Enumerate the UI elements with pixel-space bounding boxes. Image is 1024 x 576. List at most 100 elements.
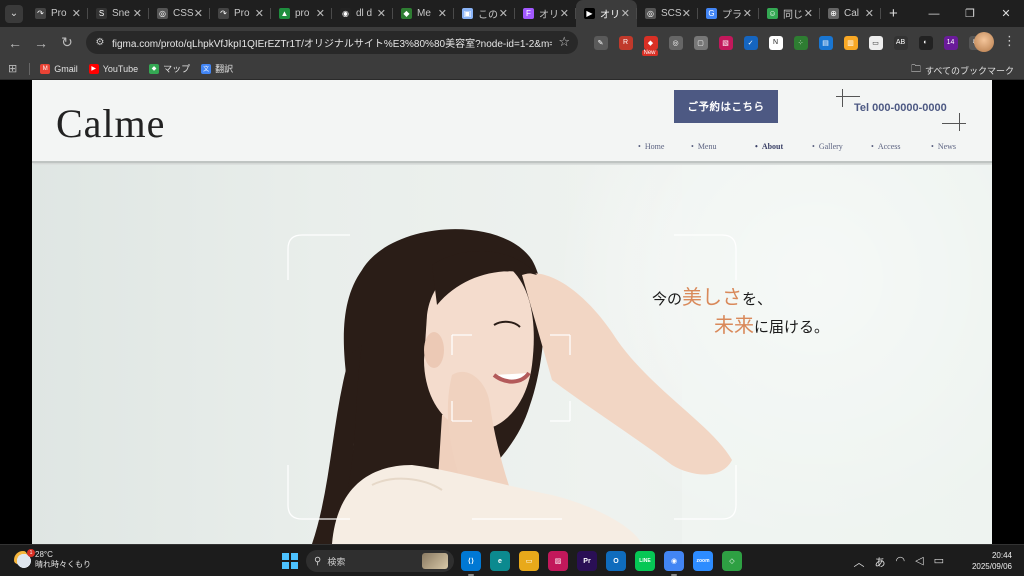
dotted-ext-icon[interactable]: ⁘ bbox=[793, 35, 808, 50]
weather-widget[interactable]: 1 28°C 晴れ時々くもり bbox=[14, 549, 91, 570]
browser-tab[interactable]: ▲ pro ✕ bbox=[271, 0, 332, 27]
battery-icon[interactable]: ▭ bbox=[934, 554, 944, 570]
bookmark-item[interactable]: 文翻訳 bbox=[201, 62, 233, 75]
notion-ext-icon[interactable]: N bbox=[768, 35, 783, 50]
tab-close-icon[interactable]: ✕ bbox=[682, 7, 691, 20]
tab-close-icon[interactable]: ✕ bbox=[560, 7, 569, 20]
back-icon[interactable]: ← bbox=[2, 30, 28, 56]
tab-close-icon[interactable]: ✕ bbox=[743, 7, 752, 20]
browser-tab[interactable]: ◉ dl d ✕ bbox=[332, 0, 393, 27]
explorer-app-icon[interactable]: ▭ bbox=[519, 551, 539, 571]
profile-avatar[interactable] bbox=[974, 32, 994, 52]
site-info-icon[interactable]: ⚙ bbox=[92, 35, 108, 51]
browser-tab[interactable]: F オリ ✕ bbox=[515, 0, 576, 27]
address-bar[interactable]: ⚙ figma.com/proto/qLhpkVfJkpI1QIErEZTr1T… bbox=[86, 31, 578, 54]
url-text[interactable]: figma.com/proto/qLhpkVfJkpI1QIErEZTr1T/オ… bbox=[112, 35, 552, 50]
window-ext-icon[interactable]: ▢ bbox=[693, 35, 708, 50]
clock[interactable]: 20:44 2025/09/06 bbox=[972, 550, 1012, 572]
outlook-app-icon[interactable]: O bbox=[606, 551, 626, 571]
tab-close-icon[interactable]: ✕ bbox=[377, 7, 386, 20]
browser-tab[interactable]: ☺ 同じ ✕ bbox=[759, 0, 820, 27]
wifi-icon[interactable]: ◠ bbox=[896, 554, 906, 570]
bookmark-item[interactable]: ▶ YouTube bbox=[88, 62, 138, 75]
premiere-app-icon[interactable]: Pr bbox=[577, 551, 597, 571]
reader-ext-icon[interactable]: R bbox=[618, 35, 633, 50]
browser-tab[interactable]: ▣ この ✕ bbox=[454, 0, 515, 27]
browser-tab[interactable]: ◎ CSS ✕ bbox=[149, 0, 210, 27]
forward-icon[interactable]: → bbox=[28, 30, 54, 56]
ab-ext-icon[interactable]: AB bbox=[893, 35, 908, 50]
tagline-text: に届ける。 bbox=[754, 319, 830, 336]
nav-item-about[interactable]: • About bbox=[755, 142, 812, 151]
pink-ext-icon[interactable]: ▧ bbox=[718, 35, 733, 50]
compass-ext-icon[interactable]: ◎ bbox=[668, 35, 683, 50]
nav-item-gallery[interactable]: • Gallery bbox=[812, 142, 871, 151]
tab-close-icon[interactable]: ✕ bbox=[865, 7, 874, 20]
apps-grid-icon[interactable]: ⊞ bbox=[8, 62, 17, 75]
browser-tab[interactable]: ◎ SCS ✕ bbox=[637, 0, 698, 27]
menu-kebab-icon[interactable]: ⋮ bbox=[1003, 33, 1016, 49]
browser-tab[interactable]: ↷ Pro ✕ bbox=[210, 0, 271, 27]
eyedropper-ext-icon[interactable]: ✎ bbox=[593, 35, 608, 50]
photos-app-icon[interactable]: ▨ bbox=[548, 551, 568, 571]
nav-item-access[interactable]: • Access bbox=[871, 142, 931, 151]
chevron-up-icon[interactable]: ︿ bbox=[854, 554, 865, 570]
volume-icon[interactable]: ◁ bbox=[915, 554, 923, 570]
tagline-accent: 未来 bbox=[714, 315, 754, 337]
nav-item-news[interactable]: • News bbox=[931, 142, 971, 151]
tel-number[interactable]: Tel 000-0000-0000 bbox=[854, 102, 947, 114]
tab-close-icon[interactable]: ✕ bbox=[194, 7, 203, 20]
browser-tab[interactable]: S Sne ✕ bbox=[88, 0, 149, 27]
purple-ext-icon[interactable]: 14 bbox=[943, 35, 958, 50]
extension-glyph: ◆ bbox=[647, 39, 654, 47]
nav-item-menu[interactable]: • Menu bbox=[691, 142, 755, 151]
nav-item-home[interactable]: • Home bbox=[638, 142, 691, 151]
tab-close-icon[interactable]: ✕ bbox=[621, 7, 630, 20]
browser-tab[interactable]: G プラ ✕ bbox=[698, 0, 759, 27]
yellow-ext-icon[interactable]: ▥ bbox=[843, 35, 858, 50]
tab-close-icon[interactable]: ✕ bbox=[133, 7, 142, 20]
tab-close-icon[interactable]: ✕ bbox=[438, 7, 447, 20]
reserve-button[interactable]: ご予約はこちら bbox=[674, 90, 778, 123]
tab-close-icon[interactable]: ✕ bbox=[804, 7, 813, 20]
extension-glyph: ▢ bbox=[697, 39, 704, 47]
tab-close-icon[interactable]: ✕ bbox=[499, 7, 508, 20]
close-icon[interactable]: ✕ bbox=[988, 0, 1024, 27]
tab-search-button[interactable]: ⌄ bbox=[5, 4, 23, 23]
start-button-icon[interactable] bbox=[282, 553, 298, 569]
bookmark-item[interactable]: M Gmail bbox=[40, 62, 78, 75]
app-glyph: ▭ bbox=[525, 558, 533, 565]
note-ext-icon[interactable]: ▭ bbox=[868, 35, 883, 50]
browser-tab[interactable]: ↷ Pro ✕ bbox=[27, 0, 88, 27]
new-tab-button[interactable]: + bbox=[889, 5, 898, 22]
browser-tab[interactable]: ◆ Me ✕ bbox=[393, 0, 454, 27]
copilot-app-icon[interactable]: ◇ bbox=[722, 551, 742, 571]
tab-strip: ⌄ ↷ Pro ✕ S Sne ✕ ◎ CSS ✕ ↷ Pro ✕ ▲ pro ✕ ◉ dl d ✕ ◆ Me ✕ ▣ この… bbox=[0, 0, 1024, 27]
edge-app-icon[interactable]: e bbox=[490, 551, 510, 571]
app-glyph: ◉ bbox=[670, 558, 678, 565]
bookmark-item[interactable]: ◆ マップ bbox=[149, 62, 190, 75]
ime-indicator[interactable]: あ bbox=[875, 554, 886, 570]
extension-glyph: ✎ bbox=[597, 39, 604, 47]
all-bookmarks-button[interactable]: 🗀 すべてのブックマーク bbox=[911, 62, 1014, 79]
browser-tab[interactable]: ⊕ Cal ✕ bbox=[820, 0, 881, 27]
tab-close-icon[interactable]: ✕ bbox=[316, 7, 325, 20]
site-logo[interactable]: Calme bbox=[56, 100, 165, 147]
taskbar-search[interactable]: ⚲ 検索 bbox=[306, 550, 454, 572]
reload-icon[interactable]: ↻ bbox=[54, 30, 80, 56]
circle-ext-icon[interactable]: ◐ bbox=[918, 35, 933, 50]
new-ext-icon[interactable]: ◆ New bbox=[641, 35, 658, 56]
tab-close-icon[interactable]: ✕ bbox=[72, 7, 81, 20]
photo-ext-icon[interactable]: ▤ bbox=[818, 35, 833, 50]
chrome-app-icon[interactable]: ◉ bbox=[664, 551, 684, 576]
minimize-icon[interactable]: — bbox=[916, 0, 952, 27]
zoom-app-icon[interactable]: zoom bbox=[693, 551, 713, 571]
tab-close-icon[interactable]: ✕ bbox=[255, 7, 264, 20]
vscode-app-icon[interactable]: ⟨⟩ bbox=[461, 551, 481, 576]
check-ext-icon[interactable]: ✓ bbox=[743, 35, 758, 50]
line-app-icon[interactable]: LINE bbox=[635, 551, 655, 571]
restore-icon[interactable]: ❐ bbox=[952, 0, 988, 27]
bookmark-star-icon[interactable]: ☆ bbox=[558, 34, 570, 50]
weather-temp: 28°C bbox=[35, 550, 53, 559]
browser-tab[interactable]: ▶ オリ ✕ bbox=[576, 0, 637, 27]
